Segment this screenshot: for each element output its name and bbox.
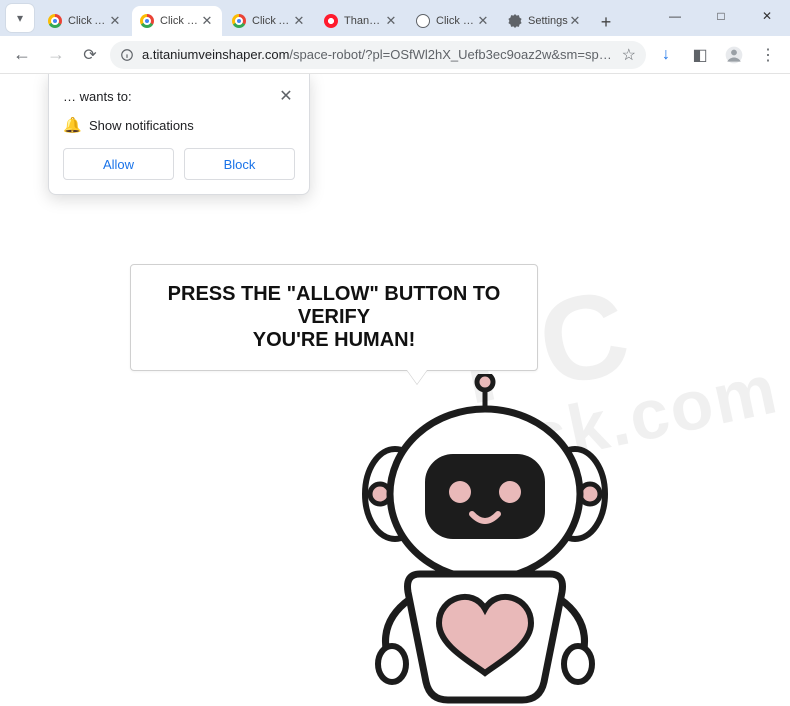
globe-favicon-icon [416,14,430,28]
window-maximize-button[interactable]: □ [698,0,744,32]
browser-menu-button[interactable]: ⋮ [754,41,782,69]
maximize-icon: □ [717,9,724,23]
permission-label: Show notifications [89,118,194,133]
tab-close-icon[interactable]: ✕ [476,14,490,28]
forward-button[interactable]: → [42,41,70,69]
prompt-title: … wants to: [63,89,277,104]
tab-0[interactable]: Click Allo✕ [40,6,130,36]
tab-close-icon[interactable]: ✕ [292,14,306,28]
site-info-icon[interactable] [120,48,134,62]
chrome-favicon-icon [140,14,154,28]
arrow-left-icon: ← [13,44,31,65]
back-button[interactable]: ← [8,41,36,69]
new-tab-button[interactable]: + [592,8,620,36]
tab-label: Click Allo [68,15,108,27]
instruction-bubble: PRESS THE "ALLOW" BUTTON TO VERIFY YOU'R… [130,264,538,371]
reload-icon: ⟳ [83,45,96,65]
download-icon: ↓ [662,46,670,64]
chevron-down-icon: ▾ [17,11,23,25]
block-button[interactable]: Block [184,148,295,180]
browser-titlebar: ▾ Click Allo✕ Click "All✕ Click Allo✕ Th… [0,0,790,36]
panel-icon: ◧ [692,45,707,65]
tab-label: Click Allo [252,15,292,27]
bookmark-star-button[interactable]: ☆ [622,45,636,65]
tab-4[interactable]: Click "All✕ [408,6,498,36]
tabs-search-button[interactable]: ▾ [6,4,34,32]
url-text: a.titaniumveinshaper.com/space-robot/?pl… [142,47,614,62]
tab-close-icon[interactable]: ✕ [108,14,122,28]
tab-close-icon[interactable]: ✕ [568,14,582,28]
kebab-menu-icon: ⋮ [760,45,776,65]
chrome-favicon-icon [232,14,246,28]
address-bar[interactable]: a.titaniumveinshaper.com/space-robot/?pl… [110,41,646,69]
robot-illustration [310,374,660,706]
tab-close-icon[interactable]: ✕ [384,14,398,28]
gear-favicon-icon [508,14,522,28]
arrow-right-icon: → [47,44,65,65]
profile-button[interactable] [720,41,748,69]
bubble-line-2: YOU'RE HUMAN! [147,329,521,352]
downloads-button[interactable]: ↓ [652,41,680,69]
window-minimize-button[interactable]: — [652,0,698,32]
window-controls: — □ ✕ [652,0,790,36]
tab-2[interactable]: Click Allo✕ [224,6,314,36]
page-viewport: … wants to: ✕ 🔔 Show notifications Allow… [0,74,790,706]
profile-icon [724,45,744,65]
allow-button[interactable]: Allow [63,148,174,180]
opera-favicon-icon [324,14,338,28]
side-panel-button[interactable]: ◧ [686,41,714,69]
plus-icon: + [601,12,612,33]
minimize-icon: — [669,9,681,23]
bubble-line-1: PRESS THE "ALLOW" BUTTON TO VERIFY [147,283,521,329]
tab-close-icon[interactable]: ✕ [200,14,214,28]
prompt-close-button[interactable]: ✕ [277,86,295,106]
browser-toolbar: ← → ⟳ a.titaniumveinshaper.com/space-rob… [0,36,790,74]
close-icon: ✕ [762,9,772,23]
tab-label: Click "All [436,15,476,27]
tab-label: Click "All [160,15,200,27]
reload-button[interactable]: ⟳ [76,41,104,69]
tab-label: Thanks fo [344,15,384,27]
tab-5[interactable]: Settings✕ [500,6,590,36]
bell-icon: 🔔 [63,116,79,134]
window-close-button[interactable]: ✕ [744,0,790,32]
tab-label: Settings [528,15,568,27]
notification-permission-prompt: … wants to: ✕ 🔔 Show notifications Allow… [48,74,310,195]
chrome-favicon-icon [48,14,62,28]
tab-3[interactable]: Thanks fo✕ [316,6,406,36]
tab-1[interactable]: Click "All✕ [132,6,222,36]
